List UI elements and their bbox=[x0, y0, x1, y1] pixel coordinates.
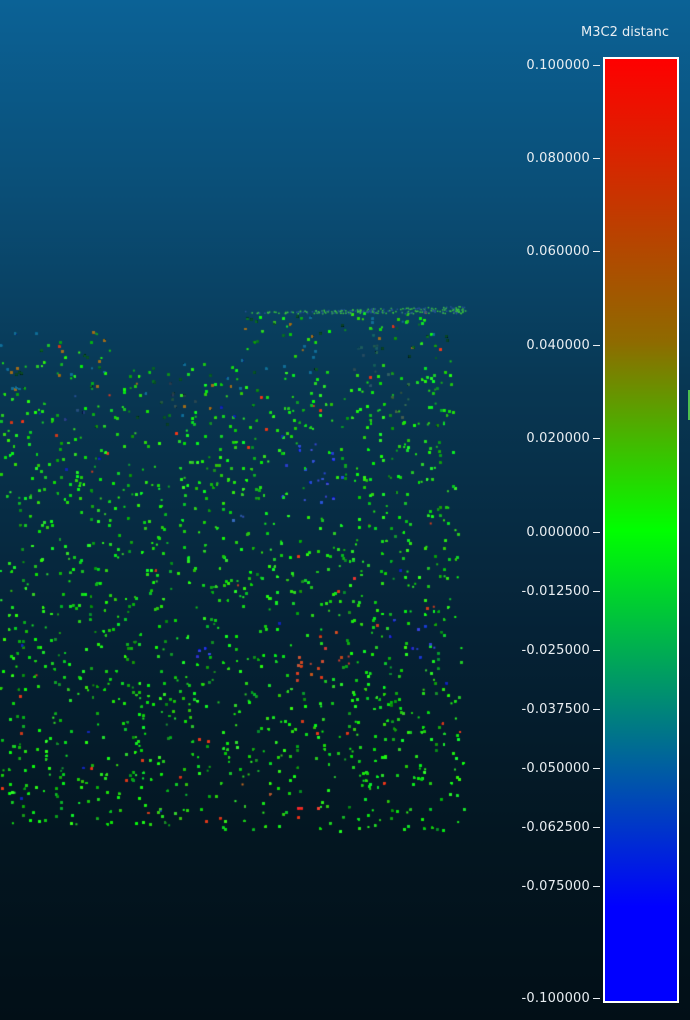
tick-9: -0.050000 bbox=[521, 760, 600, 776]
tick-mark bbox=[593, 708, 600, 710]
tick-0: 0.100000 bbox=[526, 57, 600, 73]
tick-1: 0.080000 bbox=[526, 150, 600, 166]
tick-2: 0.060000 bbox=[526, 244, 600, 260]
tick-mark bbox=[593, 157, 600, 159]
tick-label: -0.037500 bbox=[521, 701, 590, 717]
tick-mark bbox=[593, 590, 600, 592]
tick-label: -0.025000 bbox=[521, 642, 590, 658]
tick-4: 0.020000 bbox=[526, 431, 600, 447]
tick-mark bbox=[593, 438, 600, 440]
tick-5: 0.000000 bbox=[526, 524, 600, 540]
tick-label: 0.000000 bbox=[526, 524, 590, 540]
tick-label: 0.020000 bbox=[526, 431, 590, 447]
tick-label: -0.012500 bbox=[521, 583, 590, 599]
tick-mark bbox=[593, 826, 600, 828]
tick-mark bbox=[593, 531, 600, 533]
tick-mark bbox=[593, 251, 600, 253]
tick-6: -0.012500 bbox=[521, 583, 600, 599]
tick-mark bbox=[593, 64, 600, 66]
tick-label: -0.050000 bbox=[521, 760, 590, 776]
tick-11: -0.075000 bbox=[521, 878, 600, 894]
tick-label: 0.080000 bbox=[526, 150, 590, 166]
tick-3: 0.040000 bbox=[526, 337, 600, 353]
tick-mark bbox=[593, 997, 600, 999]
tick-label: 0.060000 bbox=[526, 244, 590, 260]
tick-label: -0.062500 bbox=[521, 819, 590, 835]
tick-7: -0.025000 bbox=[521, 642, 600, 658]
tick-8: -0.037500 bbox=[521, 701, 600, 717]
tick-label: 0.040000 bbox=[526, 337, 590, 353]
color-scale-bar bbox=[603, 57, 679, 1003]
tick-label: 0.100000 bbox=[526, 57, 590, 73]
3d-viewport[interactable]: M3C2 distanc 0.100000 0.080000 0.060000 0.0… bbox=[0, 0, 690, 1020]
tick-10: -0.062500 bbox=[521, 819, 600, 835]
tick-label: -0.100000 bbox=[521, 990, 590, 1006]
tick-mark bbox=[593, 344, 600, 346]
tick-12: -0.100000 bbox=[521, 990, 600, 1006]
tick-label: -0.075000 bbox=[521, 878, 590, 894]
tick-mark bbox=[593, 767, 600, 769]
scalar-field-title: M3C2 distanc bbox=[581, 25, 670, 40]
tick-mark bbox=[593, 649, 600, 651]
tick-mark bbox=[593, 885, 600, 887]
